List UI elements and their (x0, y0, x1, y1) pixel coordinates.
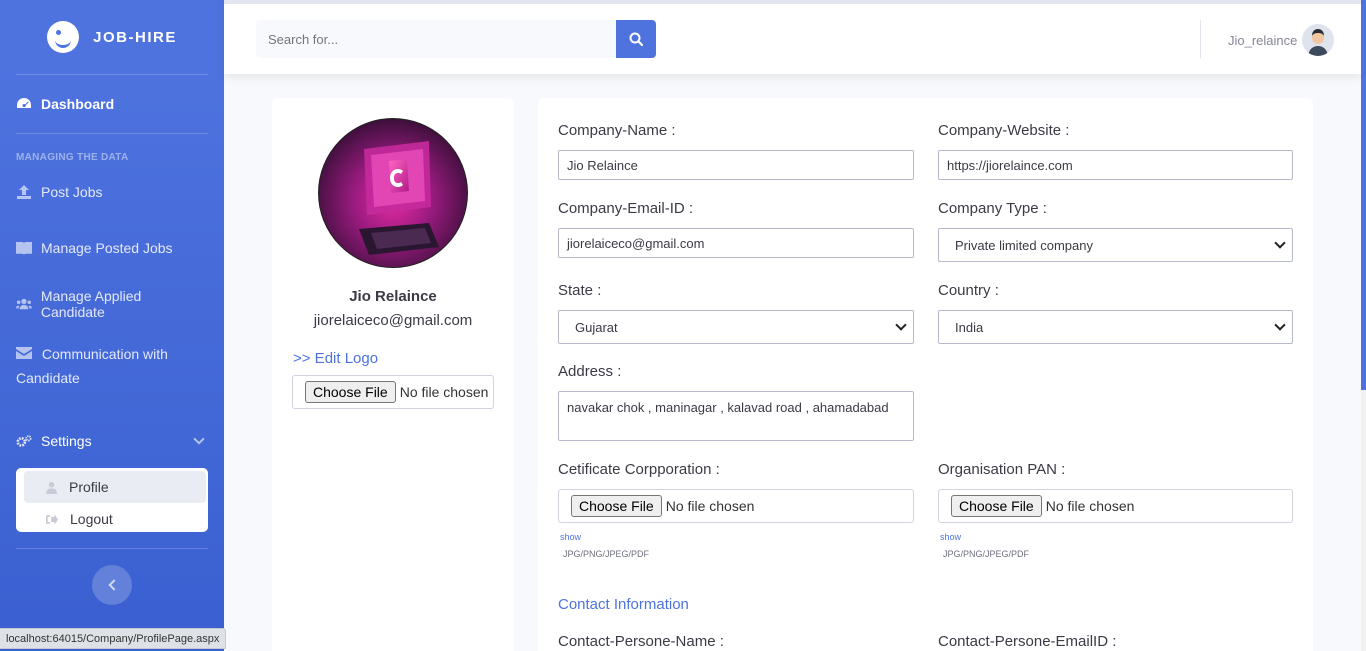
state-value: Gujarat (575, 319, 618, 335)
chevron-down-icon (1274, 237, 1286, 249)
company-name: Jio Relaince (349, 288, 437, 305)
profile-card: Jio Relaince jiorelaiceco@gmail.com >> E… (272, 98, 514, 651)
user-name[interactable]: Jio_relaince (1228, 33, 1297, 48)
search-button[interactable] (616, 20, 656, 58)
certificate-file-types: JPG/PNG/JPEG/PDF (563, 549, 650, 559)
company-type-select[interactable]: Private limited company (938, 228, 1293, 262)
edit-logo-link[interactable]: >> Edit Logo (293, 350, 378, 367)
file-status: No file chosen (399, 384, 489, 400)
sidebar-item-manage-applied-candidate[interactable]: Manage Applied Candidate (0, 286, 224, 322)
scrollbar-thumb[interactable] (1361, 0, 1366, 390)
avatar[interactable] (1302, 24, 1334, 56)
user-icon (46, 481, 57, 494)
company-type-label: Company Type : (938, 200, 1047, 217)
certificate-show-link[interactable]: show (560, 532, 581, 542)
sidebar: JOB-HIRE Dashboard MANAGING THE DATA Pos… (0, 0, 224, 651)
company-name-input[interactable]: Jio Relaince (558, 150, 914, 180)
sidebar-item-label: Communication with Candidate (16, 346, 168, 386)
state-label: State : (558, 282, 602, 299)
book-icon (16, 242, 32, 255)
submenu-item-label: Profile (69, 479, 109, 495)
chevron-left-icon (107, 579, 120, 591)
company-name-label: Company-Name : (558, 122, 676, 139)
certificate-label: Cetificate Corpporation : (558, 461, 720, 478)
chevron-down-icon (193, 433, 205, 445)
envelope-icon (16, 347, 32, 359)
pan-label: Organisation PAN : (938, 461, 1066, 478)
topbar-divider (1200, 20, 1201, 58)
submenu-item-logout[interactable]: Logout (24, 503, 206, 535)
company-logo (318, 118, 468, 268)
brand-name: JOB-HIRE (93, 28, 177, 46)
sidebar-divider (16, 548, 208, 549)
file-status: No file chosen (1045, 498, 1135, 514)
pan-show-link[interactable]: show (940, 532, 961, 542)
certificate-file-input[interactable]: Choose File No file chosen (558, 489, 914, 523)
choose-file-button[interactable]: Choose File (951, 495, 1042, 517)
sidebar-item-post-jobs[interactable]: Post Jobs (0, 174, 224, 210)
company-website-label: Company-Website : (938, 122, 1070, 139)
pan-file-types: JPG/PNG/JPEG/PDF (943, 549, 1030, 559)
avatar-image (1308, 29, 1328, 56)
users-icon (16, 298, 32, 310)
sidebar-item-label: Settings (41, 433, 92, 449)
sign-out-icon (46, 513, 58, 525)
submenu-item-profile[interactable]: Profile (24, 471, 206, 503)
pan-file-input[interactable]: Choose File No file chosen (938, 489, 1293, 523)
sidebar-item-communication[interactable]: Communication with Candidate (0, 340, 224, 396)
company-email-input[interactable]: jiorelaiceco@gmail.com (558, 228, 914, 258)
state-select[interactable]: Gujarat (558, 310, 914, 344)
company-website-input[interactable]: https://jiorelaince.com (938, 150, 1293, 180)
sidebar-item-label: Dashboard (41, 96, 115, 112)
topbar: Jio_relaince (224, 0, 1361, 74)
sidebar-divider (16, 133, 208, 134)
logo-file-input[interactable]: Choose File No file chosen (292, 375, 494, 409)
sidebar-toggle-button[interactable] (92, 565, 132, 605)
sidebar-item-label: Manage Posted Jobs (41, 240, 173, 256)
settings-submenu: Profile Logout (16, 468, 208, 532)
country-label: Country : (938, 282, 999, 299)
brand-link[interactable]: JOB-HIRE (0, 0, 224, 74)
company-type-value: Private limited company (955, 237, 1093, 253)
search-input[interactable] (256, 20, 616, 58)
sidebar-item-label: Post Jobs (41, 184, 103, 200)
tachometer-icon (17, 98, 31, 108)
company-logo-image (359, 141, 439, 255)
sidebar-item-manage-posted-jobs[interactable]: Manage Posted Jobs (0, 230, 224, 266)
sidebar-heading: MANAGING THE DATA (16, 152, 129, 163)
browser-status-url: localhost:64015/Company/ProfilePage.aspx (0, 628, 227, 649)
sidebar-item-label: Manage Applied Candidate (40, 288, 142, 320)
laugh-wink-icon (47, 21, 80, 53)
contact-section-title: Contact Information (558, 596, 689, 613)
company-form-card: Company-Name : Jio Relaince Company-Webs… (538, 98, 1313, 651)
cogs-icon (16, 435, 32, 447)
company-email: jiorelaiceco@gmail.com (313, 312, 473, 329)
file-status: No file chosen (665, 498, 755, 514)
sidebar-item-dashboard[interactable]: Dashboard (0, 75, 224, 133)
country-select[interactable]: India (938, 310, 1293, 344)
search-icon (629, 32, 643, 46)
upload-icon (17, 185, 31, 199)
address-textarea[interactable]: navakar chok , maninagar , kalavad road … (558, 391, 914, 441)
choose-file-button[interactable]: Choose File (571, 495, 662, 517)
submenu-item-label: Logout (70, 511, 113, 527)
scrollbar[interactable] (1361, 0, 1366, 651)
chevron-down-icon (895, 319, 907, 331)
country-value: India (955, 319, 984, 335)
choose-file-button[interactable]: Choose File (305, 381, 396, 403)
contact-name-label: Contact-Persone-Name : (558, 633, 724, 650)
search-form (256, 20, 656, 58)
chevron-down-icon (1274, 319, 1286, 331)
contact-email-label: Contact-Persone-EmailID : (938, 633, 1117, 650)
company-email-label: Company-Email-ID : (558, 200, 694, 217)
sidebar-item-settings[interactable]: Settings (0, 423, 224, 459)
address-label: Address : (558, 363, 622, 380)
